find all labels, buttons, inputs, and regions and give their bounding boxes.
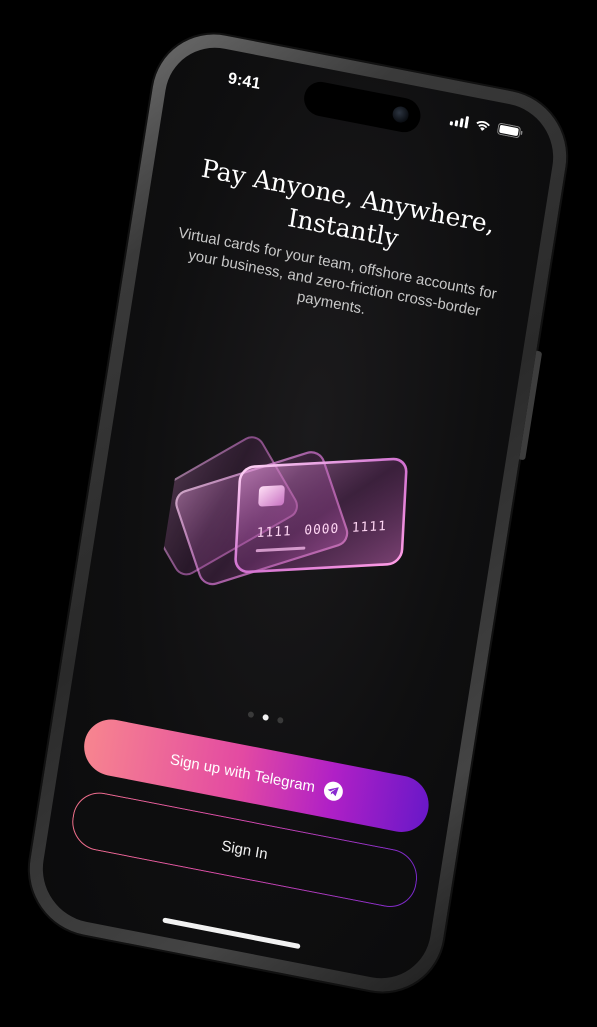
telegram-icon: [322, 779, 344, 802]
pager-dot[interactable]: [276, 716, 284, 724]
phone-frame: 9:41 Pay Anyone, Anywhere, Instantly Vir…: [20, 23, 576, 1003]
onboarding-hero: Pay Anyone, Anywhere, Instantly Virtual …: [162, 148, 519, 346]
card-number-group-3: 1111: [351, 519, 387, 536]
card-chip-icon: [258, 485, 285, 507]
signal-icon: [449, 113, 470, 129]
dynamic-island: [301, 79, 423, 136]
signup-button-label: Sign up with Telegram: [168, 750, 317, 796]
card-number-group-2: 0000: [304, 521, 340, 538]
signin-button-label: Sign In: [220, 836, 269, 863]
card-front: 1111 0000 1111: [234, 457, 408, 574]
status-icons: [449, 113, 525, 139]
phone-screen: 9:41 Pay Anyone, Anywhere, Instantly Vir…: [35, 38, 561, 988]
pager-dot[interactable]: [247, 711, 255, 719]
home-indicator[interactable]: [162, 917, 301, 950]
status-time: 9:41: [226, 70, 262, 94]
pager-dot-active[interactable]: [262, 713, 270, 721]
front-camera: [391, 105, 410, 124]
virtual-cards-illustration: 1111 0000 1111: [153, 436, 408, 586]
stage: 9:41 Pay Anyone, Anywhere, Instantly Vir…: [0, 0, 597, 1027]
wifi-icon: [474, 118, 492, 133]
status-bar: 9:41: [165, 39, 561, 170]
side-button: [519, 350, 543, 461]
card-number-group-1: 1111: [256, 524, 292, 541]
battery-icon: [497, 122, 524, 139]
